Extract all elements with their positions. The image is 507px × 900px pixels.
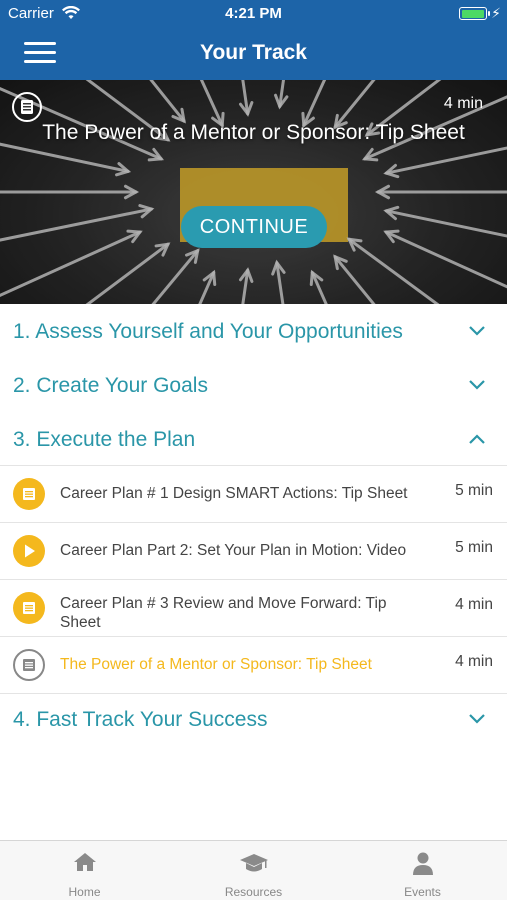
lesson-item-current[interactable]: The Power of a Mentor or Sponsor: Tip Sh…: [0, 636, 507, 693]
document-icon: [13, 478, 45, 510]
person-icon: [412, 852, 433, 875]
home-icon: [73, 853, 96, 871]
section-label: 1. Assess Yourself and Your Opportunitie…: [13, 320, 403, 343]
lesson-duration: 4 min: [455, 653, 493, 670]
arrows-background-image: [0, 80, 507, 304]
document-icon: [13, 649, 45, 681]
lesson-title: The Power of a Mentor or Sponsor: Tip Sh…: [60, 656, 372, 673]
app-screen: Carrier 4:21 PM ⚡ Your Track 4 min The P…: [0, 0, 507, 900]
chevron-down-icon: [469, 714, 485, 724]
status-time: 4:21 PM: [225, 5, 282, 22]
chevron-up-icon: [469, 434, 485, 444]
charging-bolt-icon: ⚡: [491, 5, 501, 21]
lesson-item[interactable]: Career Plan Part 2: Set Your Plan in Mot…: [0, 522, 507, 579]
header: Carrier 4:21 PM ⚡ Your Track: [0, 0, 507, 80]
document-icon: [13, 592, 45, 624]
lesson-title: Career Plan # 3 Review and Move Forward:…: [60, 595, 387, 631]
battery-fill: [461, 9, 484, 18]
battery-icon: [459, 7, 490, 20]
status-bar: Carrier 4:21 PM ⚡: [0, 0, 507, 28]
lesson-item[interactable]: Career Plan # 1 Design SMART Actions: Ti…: [0, 465, 507, 522]
section-execute-plan[interactable]: 3. Execute the Plan: [0, 414, 507, 468]
navigation-bar: Your Track: [0, 28, 507, 80]
hero-duration: 4 min: [443, 95, 483, 112]
play-icon: [13, 535, 45, 567]
lesson-duration: 4 min: [455, 596, 493, 613]
graduation-cap-icon: [239, 854, 268, 872]
section-create-goals[interactable]: 2. Create Your Goals: [0, 360, 507, 414]
tab-label: Resources: [224, 885, 283, 899]
chevron-down-icon: [469, 380, 485, 390]
chevron-down-icon: [469, 326, 485, 336]
lesson-duration: 5 min: [455, 482, 493, 499]
lesson-duration: 5 min: [455, 539, 493, 556]
section-label: 2. Create Your Goals: [13, 374, 208, 397]
tab-events[interactable]: Events: [338, 841, 507, 900]
section-fast-track[interactable]: 4. Fast Track Your Success: [0, 693, 507, 747]
hero-banner[interactable]: 4 min The Power of a Mentor or Sponsor: …: [0, 80, 507, 304]
tab-home[interactable]: Home: [0, 841, 169, 900]
page-title: Your Track: [200, 41, 307, 64]
section-assess-yourself[interactable]: 1. Assess Yourself and Your Opportunitie…: [0, 306, 507, 360]
lesson-item[interactable]: Career Plan # 3 Review and Move Forward:…: [0, 579, 507, 636]
tab-label: Events: [404, 885, 441, 899]
continue-button[interactable]: CONTINUE: [181, 206, 327, 248]
tab-resources[interactable]: Resources: [169, 841, 338, 900]
hero-title: The Power of a Mentor or Sponsor: Tip Sh…: [42, 121, 465, 144]
tab-label: Home: [68, 885, 101, 899]
section-label: 3. Execute the Plan: [13, 428, 196, 451]
section-label: 4. Fast Track Your Success: [13, 708, 268, 731]
tab-bar: Home Resources Events: [0, 840, 507, 900]
lesson-title: Career Plan # 1 Design SMART Actions: Ti…: [60, 485, 408, 502]
document-icon: [12, 92, 42, 122]
lesson-title: Career Plan Part 2: Set Your Plan in Mot…: [60, 542, 407, 559]
battery-nub: [488, 11, 490, 16]
